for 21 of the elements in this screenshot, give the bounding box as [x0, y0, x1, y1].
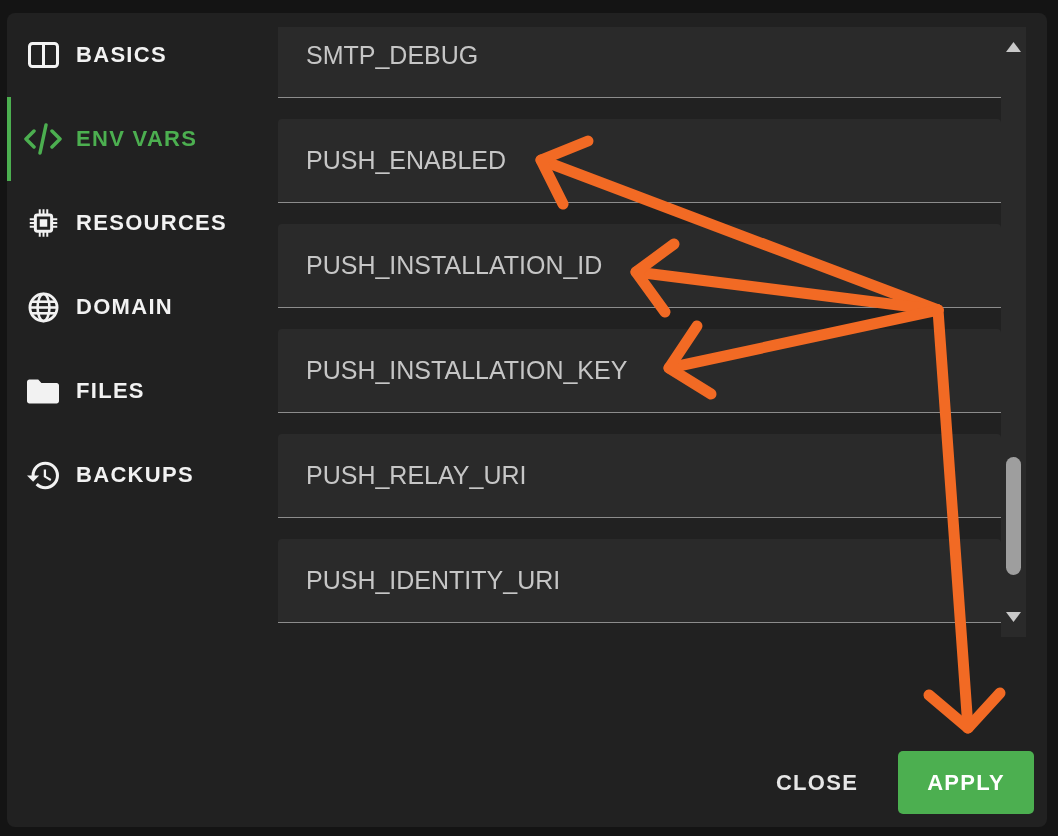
sidebar-item[interactable]: RESOURCES	[7, 181, 278, 265]
folder-icon	[27, 377, 59, 405]
input-field[interactable]: PUSH_IDENTITY_URI	[278, 539, 1001, 623]
input-field[interactable]: PUSH_INSTALLATION_KEY	[278, 329, 1001, 413]
chip-icon	[27, 208, 59, 238]
scroll-up-icon[interactable]	[1006, 42, 1021, 52]
history-icon	[27, 459, 59, 491]
close-button[interactable]: CLOSE	[756, 751, 878, 814]
input-field[interactable]: PUSH_RELAY_URI	[278, 434, 1001, 518]
globe-icon	[27, 291, 59, 323]
scrollbar-track[interactable]	[1001, 27, 1026, 637]
input-field[interactable]: PUSH_ENABLED	[278, 119, 1001, 203]
scrollbar-thumb[interactable]	[1006, 457, 1021, 575]
scroll-down-icon[interactable]	[1006, 612, 1021, 622]
sidebar-item[interactable]: BASICS	[7, 13, 278, 97]
code-icon	[24, 123, 62, 155]
sidebar-item[interactable]: FILES	[7, 349, 278, 433]
sidebar-item[interactable]: DOMAIN	[7, 265, 278, 349]
columns-icon	[27, 42, 59, 68]
sidebar-item[interactable]: BACKUPS	[7, 433, 278, 517]
input-field[interactable]: SMTP_DEBUG	[278, 27, 1001, 98]
